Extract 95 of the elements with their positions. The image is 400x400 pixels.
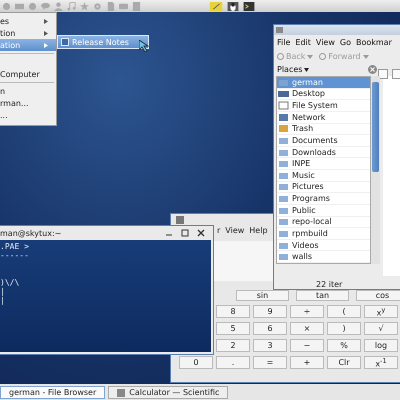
scroll-left-button[interactable] bbox=[378, 69, 388, 79]
folder-icon bbox=[278, 136, 289, 145]
drive-icon[interactable] bbox=[119, 2, 128, 10]
places-item[interactable]: Music bbox=[277, 170, 370, 182]
menu-item[interactable]: n bbox=[0, 85, 56, 97]
folder-icon bbox=[278, 194, 289, 204]
menu-item[interactable]: View bbox=[316, 38, 335, 47]
calculator-key[interactable]: − bbox=[290, 339, 324, 352]
calculator-key[interactable]: log bbox=[364, 339, 398, 352]
places-item[interactable]: INPE bbox=[277, 158, 370, 170]
places-dropdown[interactable]: Places bbox=[277, 65, 310, 74]
folder-icon bbox=[278, 217, 289, 226]
menu-item[interactable]: rman... bbox=[0, 97, 56, 109]
calculator-key[interactable]: 8 bbox=[216, 305, 250, 318]
calculator-key[interactable]: 3 bbox=[253, 339, 287, 352]
places-item[interactable]: walls bbox=[277, 251, 370, 263]
calculator-key[interactable]: 6 bbox=[253, 322, 287, 335]
menu-item[interactable]: Go bbox=[340, 38, 351, 47]
window-title: man@skytux:~ bbox=[0, 228, 62, 238]
network-icon bbox=[278, 112, 289, 122]
calculator-key[interactable]: = bbox=[253, 356, 287, 369]
calculator-key[interactable]: × bbox=[290, 322, 324, 335]
circle-icon[interactable] bbox=[28, 2, 37, 10]
calculator-key[interactable]: % bbox=[327, 339, 361, 352]
submenu-arrow-icon bbox=[44, 42, 48, 48]
circle-icon[interactable] bbox=[2, 2, 11, 10]
places-item[interactable]: Videos bbox=[277, 240, 370, 252]
calculator-key[interactable]: ÷ bbox=[290, 305, 324, 318]
status-text: 22 iter bbox=[315, 279, 344, 289]
calculator-key[interactable]: 9 bbox=[253, 305, 287, 318]
calculator-key[interactable]: Clr bbox=[327, 356, 361, 369]
menu-item[interactable]: es bbox=[0, 15, 56, 27]
calculator-key[interactable]: 2 bbox=[216, 339, 250, 352]
places-item[interactable]: File System bbox=[277, 100, 370, 112]
places-item[interactable]: Pictures bbox=[277, 182, 370, 194]
calculator-key[interactable]: . bbox=[216, 356, 250, 369]
places-item[interactable]: Programs bbox=[277, 193, 370, 205]
places-item[interactable]: Downloads bbox=[277, 146, 370, 158]
function-key[interactable]: tan bbox=[296, 290, 349, 301]
circle-icon bbox=[277, 53, 284, 60]
folder-icon bbox=[278, 240, 289, 250]
monitor-icon bbox=[278, 89, 289, 98]
menu-item[interactable]: Computer bbox=[0, 68, 56, 80]
menu-item[interactable]: View bbox=[225, 226, 244, 235]
star-icon[interactable] bbox=[80, 2, 89, 10]
places-item[interactable]: repo-local bbox=[277, 216, 370, 228]
calculator-key[interactable]: √ bbox=[364, 322, 398, 335]
places-item[interactable]: Public bbox=[277, 204, 370, 216]
menu-item[interactable]: r bbox=[217, 226, 220, 235]
terminal-icon[interactable] bbox=[243, 2, 255, 10]
menu-item[interactable]: Help bbox=[249, 226, 268, 235]
places-item[interactable]: Desktop bbox=[277, 88, 370, 100]
calculator-key[interactable]: ( bbox=[327, 305, 361, 318]
bin-icon bbox=[278, 124, 289, 134]
folder-icon bbox=[278, 78, 289, 87]
taskbar-button[interactable]: german - File Browser bbox=[0, 386, 106, 399]
folder-icon bbox=[278, 206, 289, 215]
person-icon[interactable] bbox=[54, 2, 63, 10]
calculator-key[interactable]: 0 bbox=[179, 356, 213, 369]
folder-icon bbox=[278, 148, 289, 157]
menu-item[interactable]: tion bbox=[0, 27, 56, 39]
notepad-icon[interactable] bbox=[209, 2, 223, 10]
circle-icon bbox=[319, 53, 326, 60]
penguin-icon[interactable] bbox=[227, 2, 239, 10]
menu-item[interactable]: Bookmar bbox=[356, 38, 392, 47]
folder-icon bbox=[278, 182, 289, 192]
folder-icon bbox=[278, 170, 289, 180]
folder-icon bbox=[278, 228, 289, 238]
function-key[interactable]: sin bbox=[236, 290, 289, 301]
menu-item[interactable]: ... bbox=[0, 109, 56, 121]
mouse-pointer-icon bbox=[139, 40, 149, 52]
calculator-key[interactable]: x$^{y}$ bbox=[364, 305, 398, 318]
caret-icon bbox=[304, 68, 310, 72]
folder-icon bbox=[278, 159, 289, 168]
folder-icon bbox=[278, 252, 289, 262]
calculator-key[interactable]: 5 bbox=[216, 322, 250, 335]
speech-bubble-icon[interactable] bbox=[41, 2, 50, 10]
music-note-icon[interactable] bbox=[67, 2, 76, 10]
places-item[interactable]: Documents bbox=[277, 135, 370, 147]
calculator-key[interactable]: ) bbox=[327, 322, 361, 335]
places-item[interactable]: Network bbox=[277, 112, 370, 124]
places-item[interactable]: rpmbuild bbox=[277, 228, 370, 240]
maximize-icon[interactable] bbox=[181, 229, 189, 237]
calculator-key[interactable]: x$^{-1}$ bbox=[364, 356, 398, 369]
terminal-output: .PAE > ------ )\/\ | | bbox=[0, 242, 30, 305]
calculator-key[interactable]: + bbox=[290, 356, 324, 369]
submenu-arrow-icon bbox=[44, 30, 48, 36]
function-key[interactable]: cos bbox=[356, 290, 400, 301]
taskbar-button[interactable]: Calculator — Scientific bbox=[108, 386, 228, 399]
submenu-arrow-icon bbox=[44, 18, 48, 24]
menu-item[interactable]: Edit bbox=[295, 38, 311, 47]
places-item[interactable]: Trash bbox=[277, 124, 370, 136]
menu-item[interactable]: File bbox=[277, 38, 290, 47]
close-icon[interactable] bbox=[197, 229, 205, 237]
scrollbar[interactable] bbox=[371, 76, 380, 264]
